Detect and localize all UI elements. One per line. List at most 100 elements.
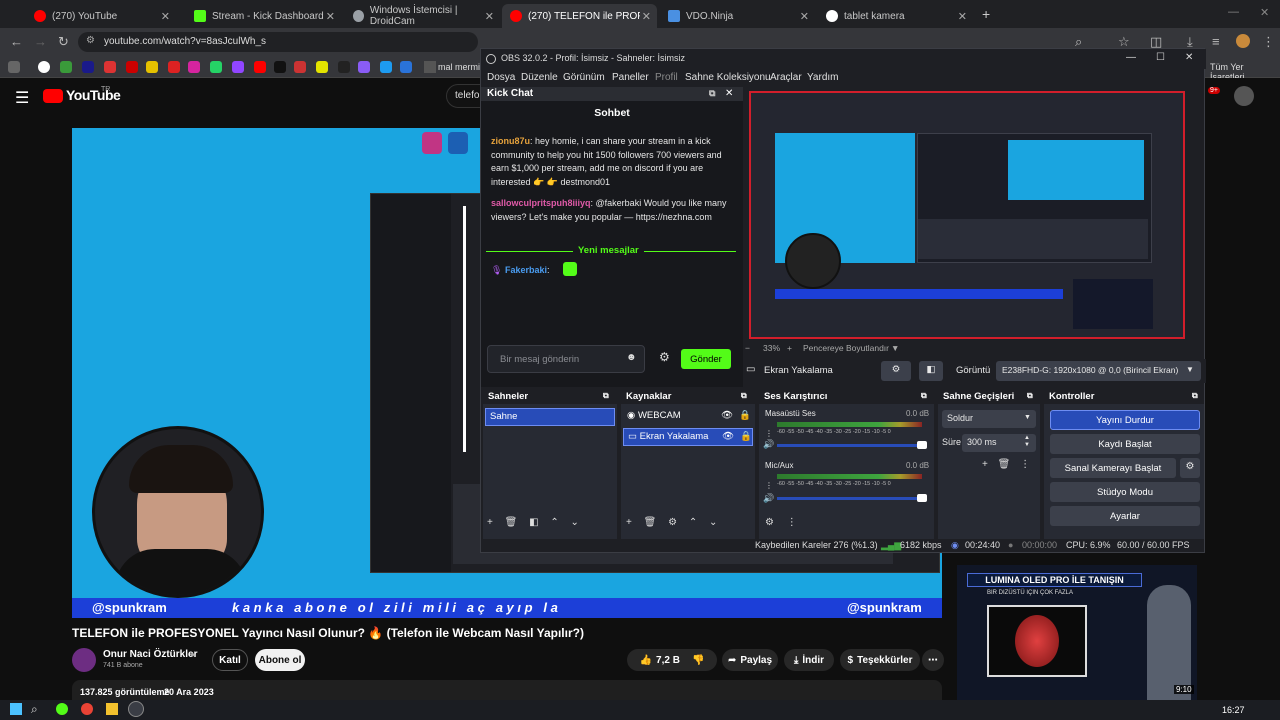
close-tab-icon[interactable]: ✕	[642, 10, 651, 23]
profile-avatar[interactable]	[1236, 34, 1250, 48]
b-bookmark-icon[interactable]	[82, 61, 94, 73]
maps-bookmark-icon[interactable]	[60, 61, 72, 73]
search-icon[interactable]: ⌕	[31, 702, 38, 717]
source-item-display-capture[interactable]: ▭ Ekran Yakalama 👁 🔒	[623, 428, 753, 446]
blue-bookmark-icon[interactable]	[400, 61, 412, 73]
twitch-bookmark-icon[interactable]	[232, 61, 244, 73]
tab-kick-dashboard[interactable]: Stream - Kick Dashboard ✕	[186, 4, 341, 28]
settings-button[interactable]: Ayarlar	[1050, 506, 1200, 526]
apps-grid-icon[interactable]	[8, 61, 20, 73]
undock-icon[interactable]: ⧉	[709, 88, 715, 99]
visibility-eye-icon[interactable]: 👁	[722, 431, 734, 442]
purple-bookmark-icon[interactable]	[358, 61, 370, 73]
volume-slider-handle[interactable]	[917, 494, 927, 502]
lock-icon[interactable]: 🔒	[739, 410, 751, 421]
back-arrow-icon[interactable]: ←	[10, 34, 23, 49]
chat-username[interactable]: Fakerbaki	[505, 265, 547, 275]
reload-icon[interactable]: ↻	[58, 34, 69, 50]
forward-arrow-icon[interactable]: →	[34, 34, 47, 49]
scene-item[interactable]: Sahne	[485, 408, 615, 426]
transition-type-select[interactable]: Soldur ▼	[942, 410, 1036, 428]
source-properties-gear-icon[interactable]: ⚙	[881, 361, 911, 381]
undock-icon[interactable]: ⧉	[1192, 391, 1198, 401]
menu-araclar[interactable]: Araçlar	[770, 72, 802, 83]
like-thumb-icon[interactable]: 👍	[640, 655, 652, 666]
source-filters-icon[interactable]: ◧	[919, 361, 943, 381]
close-tab-icon[interactable]: ✕	[485, 10, 494, 23]
mixer-menu-icon[interactable]: ⋮	[765, 481, 773, 490]
thanks-button[interactable]: $ Teşekkürler	[840, 649, 920, 671]
obs-close-icon[interactable]: ✕	[1185, 52, 1193, 63]
chat-settings-gear-icon[interactable]: ⚙	[659, 350, 670, 364]
menu-sahne-koleksiyonu[interactable]: Sahne Koleksiyonu	[685, 72, 771, 83]
x-bookmark-icon[interactable]	[168, 61, 180, 73]
undock-icon[interactable]: ⧉	[741, 391, 747, 401]
tab-vdo-ninja[interactable]: VDO.Ninja ✕	[660, 4, 815, 28]
like-count[interactable]: 7,2 B	[656, 655, 680, 666]
volume-speaker-icon[interactable]: 🔊	[763, 439, 774, 450]
account-avatar[interactable]	[1234, 86, 1254, 106]
remove-scene-trash-icon[interactable]: 🗑	[505, 517, 518, 528]
youtube-bookmark-icon[interactable]	[104, 61, 116, 73]
start-virtual-camera-button[interactable]: Sanal Kamerayı Başlat	[1050, 458, 1176, 478]
kick-app-icon[interactable]	[56, 703, 68, 715]
sidebar-ad-thumbnail[interactable]: LUMINA OLED PRO İLE TANIŞIN BIR DIZÜSTÜ …	[957, 565, 1197, 700]
chat-close-icon[interactable]: ✕	[725, 88, 733, 99]
hamburger-menu-icon[interactable]: ☰	[15, 88, 29, 108]
zoom-out-icon[interactable]: −	[745, 343, 750, 353]
download-button[interactable]: ⤓ İndir	[784, 649, 834, 671]
undock-icon[interactable]: ⧉	[603, 391, 609, 401]
volume-slider[interactable]	[777, 497, 922, 500]
menu-profil[interactable]: Profil	[655, 72, 678, 83]
instagram-bookmark-icon[interactable]	[188, 61, 200, 73]
fit-dropdown-icon[interactable]: ▼	[891, 343, 899, 353]
chat-message-input[interactable]: Bir mesaj gönderin ☻	[487, 345, 645, 373]
chrome-icon[interactable]	[81, 703, 93, 715]
volume-speaker-icon[interactable]: 🔊	[763, 493, 774, 504]
menu-duzenle[interactable]: Düzenle	[521, 72, 558, 83]
zoom-in-icon[interactable]: +	[787, 343, 792, 353]
join-button[interactable]: Katıl	[212, 649, 248, 671]
windows-start-icon[interactable]	[10, 703, 22, 715]
obs-preview-canvas[interactable]	[749, 91, 1185, 339]
remove-source-trash-icon[interactable]: 🗑	[644, 517, 657, 528]
tiktok-bookmark-icon[interactable]	[274, 61, 286, 73]
mixer-more-icon[interactable]: ⋮	[787, 517, 797, 528]
red2-bookmark-icon[interactable]	[294, 61, 306, 73]
reading-list-icon[interactable]: ≡	[1212, 34, 1220, 49]
scene-filter-icon[interactable]: ◧	[529, 517, 538, 528]
move-up-chevron-icon[interactable]: ⌃	[550, 517, 558, 528]
undock-icon[interactable]: ⧉	[1027, 391, 1033, 401]
chat-username[interactable]: sallowculpritspuh8iiiyq	[491, 198, 591, 208]
menu-gorunum[interactable]: Görünüm	[563, 72, 605, 83]
stop-stream-button[interactable]: Yayını Durdur	[1050, 410, 1200, 430]
channel-name[interactable]: Onur Naci Öztürkler	[103, 649, 197, 660]
obs-minimize-icon[interactable]: —	[1126, 52, 1136, 63]
file-explorer-icon[interactable]	[106, 703, 118, 715]
folder-icon[interactable]	[424, 61, 436, 73]
check-bookmark-icon[interactable]	[380, 61, 392, 73]
menu-paneller[interactable]: Paneller	[612, 72, 649, 83]
tab-youtube[interactable]: (270) YouTube ✕	[26, 4, 176, 28]
add-transition-plus-icon[interactable]: +	[982, 459, 988, 470]
tab-telefon-video[interactable]: (270) TELEFON ile PROFESYONE ✕	[502, 4, 657, 28]
google-bookmark-icon[interactable]	[38, 61, 50, 73]
mixer-menu-icon[interactable]: ⋮	[765, 429, 773, 438]
share-button[interactable]: ➦ Paylaş	[722, 649, 778, 671]
source-item-webcam[interactable]: ◉ WEBCAM 👁 🔒	[623, 408, 753, 426]
emoji-picker-icon[interactable]: ☻	[626, 352, 637, 363]
chat-username[interactable]: zionu87u	[491, 136, 530, 146]
send-button[interactable]: Gönder	[681, 349, 731, 369]
url-field[interactable]: ⚙ youtube.com/watch?v=8asJculWh_s	[78, 32, 478, 52]
add-source-plus-icon[interactable]: +	[626, 517, 632, 528]
visibility-eye-icon[interactable]: 👁	[721, 410, 733, 421]
close-tab-icon[interactable]: ✕	[326, 10, 335, 23]
source-settings-gear-icon[interactable]: ⚙	[668, 517, 677, 528]
spin-arrows-icon[interactable]: ▲ ▼	[1024, 435, 1030, 449]
youtube-studio-bookmark-icon[interactable]	[254, 61, 266, 73]
subscribe-button[interactable]: Abone ol	[255, 649, 305, 671]
add-scene-plus-icon[interactable]: +	[487, 517, 493, 528]
bookmark-label[interactable]: mal mermi	[438, 62, 480, 72]
yellow-bookmark-icon[interactable]	[146, 61, 158, 73]
dislike-thumb-icon[interactable]: 👎	[692, 655, 704, 666]
